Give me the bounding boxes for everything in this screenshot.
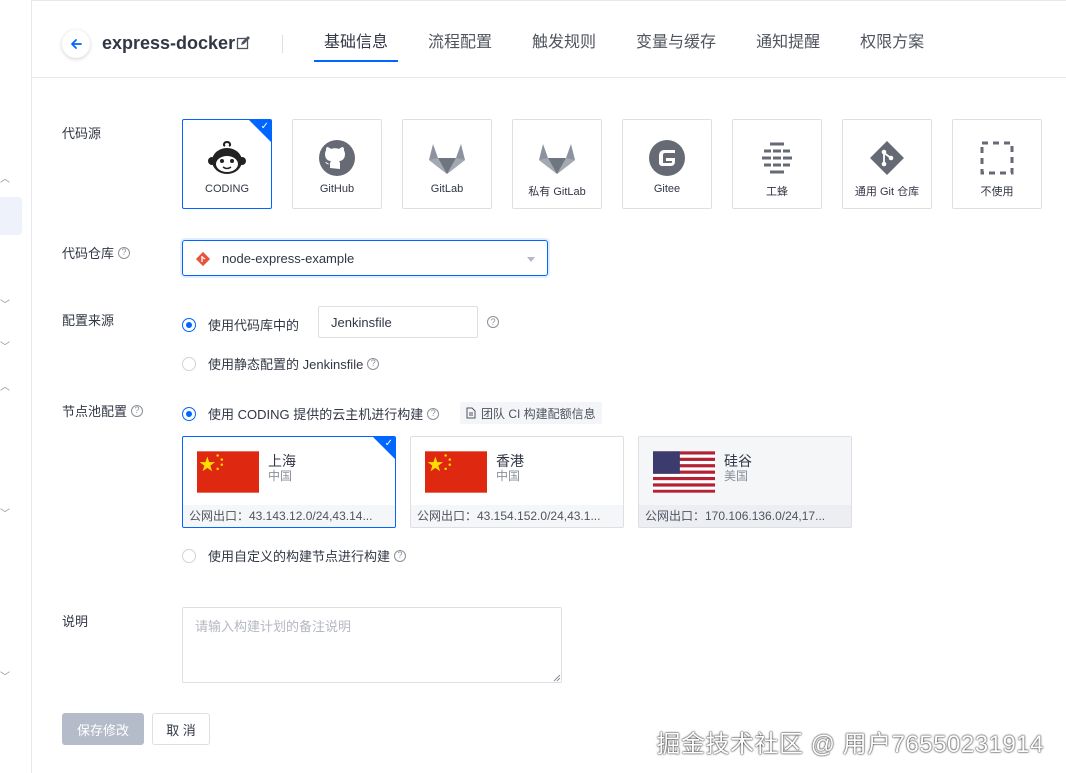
source-card-generic-git[interactable]: 通用 Git 仓库 — [842, 119, 932, 209]
region-ip: 公网出口：43.154.152.0/24,43.1... — [411, 505, 623, 527]
help-icon[interactable]: ? — [487, 316, 499, 328]
source-card-github[interactable]: GitHub — [292, 119, 382, 209]
dashed-square-icon — [980, 141, 1014, 175]
gitlab-icon — [429, 144, 465, 174]
region-ip: 公网出口：43.143.12.0/24,43.14... — [183, 505, 395, 527]
source-name: GitHub — [319, 183, 355, 195]
github-icon — [319, 140, 355, 176]
node-pool-label: 节点池配置? — [62, 401, 144, 420]
jenkinsfile-path-input[interactable]: Jenkinsfile — [318, 306, 478, 338]
region-country: 中国 — [496, 469, 521, 483]
git-icon — [870, 141, 904, 175]
radio-label: 使用 CODING 提供的云主机进行构建 — [208, 407, 424, 422]
source-name: 工蜂 — [766, 186, 788, 198]
repo-select[interactable]: node-express-example — [182, 240, 548, 276]
tab-bar: 基础信息 流程配置 触发规则 变量与缓存 通知提醒 权限方案 — [314, 1, 954, 78]
tab-permissions[interactable]: 权限方案 — [850, 1, 934, 78]
source-name: 通用 Git 仓库 — [854, 186, 920, 198]
region-card-hongkong[interactable]: 香港 中国 公网出口：43.154.152.0/24,43.1... — [410, 436, 624, 528]
radio-cloud-build[interactable]: 使用 CODING 提供的云主机进行构建 ? — [182, 404, 440, 423]
repo-label: 代码仓库? — [62, 243, 131, 262]
usa-flag — [653, 451, 715, 493]
radio-custom-nodes[interactable]: 使用自定义的构建节点进行构建 ? — [182, 546, 407, 565]
watermark: 掘金技术社区 @ 用户76550231914 — [656, 731, 1044, 758]
code-source-label: 代码源 — [62, 126, 102, 141]
cancel-button[interactable]: 取 消 — [152, 713, 210, 745]
tab-basic-info[interactable]: 基础信息 — [314, 1, 399, 78]
check-icon: ✓ — [260, 121, 269, 132]
source-name: CODING — [205, 183, 249, 195]
tab-notifications[interactable]: 通知提醒 — [746, 1, 830, 78]
check-icon: ✓ — [384, 438, 393, 449]
project-title: express-docker — [102, 33, 236, 53]
tab-variables-cache[interactable]: 变量与缓存 — [626, 1, 726, 78]
region-country: 美国 — [724, 469, 749, 483]
source-card-private-gitlab[interactable]: 私有 GitLab — [512, 119, 602, 209]
chevron-up-icon[interactable]: ︿ — [0, 170, 10, 185]
sidebar-selected-item[interactable] — [0, 197, 22, 235]
region-ip: 公网出口：170.106.136.0/24,17... — [639, 505, 851, 527]
source-card-gitee[interactable]: Gitee — [622, 119, 712, 209]
region-card-silicon-valley[interactable]: 硅谷 美国 公网出口：170.106.136.0/24,17... — [638, 436, 852, 528]
source-name: 私有 GitLab — [528, 186, 586, 198]
description-textarea[interactable]: 请输入构建计划的备注说明 — [182, 607, 562, 683]
tab-trigger-rules[interactable]: 触发规则 — [522, 1, 606, 78]
repo-select-value: node-express-example — [222, 251, 355, 266]
region-country: 中国 — [268, 469, 293, 483]
git-repo-icon — [195, 251, 211, 267]
coding-monkey-icon — [208, 141, 246, 174]
left-sidebar-rail: ︿ ﹀ ﹀ ︿ ﹀ ﹀ — [0, 0, 32, 773]
gitlab-icon — [539, 144, 575, 174]
chevron-up-icon[interactable]: ︿ — [0, 378, 10, 393]
gitee-icon — [649, 140, 685, 176]
radio-button[interactable] — [182, 356, 196, 371]
quota-info-link[interactable]: 团队 CI 构建配额信息 — [460, 402, 602, 424]
radio-button[interactable] — [182, 406, 196, 421]
source-card-coding[interactable]: ✓ CODING — [182, 119, 272, 209]
source-card-gongfeng[interactable]: 工蜂 — [732, 119, 822, 209]
help-icon[interactable]: ? — [394, 549, 407, 562]
help-icon[interactable]: ? — [118, 246, 131, 259]
header-divider — [282, 35, 283, 53]
gongfeng-icon — [762, 142, 792, 174]
region-card-shanghai[interactable]: 上海 中国 公网出口：43.143.12.0/24,43.14... ✓ — [182, 436, 396, 528]
source-name: Gitee — [653, 183, 681, 195]
config-source-label: 配置来源 — [62, 313, 115, 328]
chevron-down-icon[interactable]: ﹀ — [0, 505, 10, 520]
radio-button[interactable] — [182, 317, 196, 332]
help-icon[interactable]: ? — [367, 357, 380, 370]
china-flag — [425, 451, 487, 493]
quota-link-text: 团队 CI 构建配额信息 — [481, 406, 596, 421]
help-icon[interactable]: ? — [427, 407, 440, 420]
chevron-down-icon[interactable]: ﹀ — [0, 338, 10, 353]
save-button[interactable]: 保存修改 — [62, 713, 144, 745]
china-flag — [197, 451, 259, 493]
source-name: GitLab — [430, 183, 464, 195]
help-icon[interactable]: ? — [131, 404, 144, 417]
source-card-gitlab[interactable]: GitLab — [402, 119, 492, 209]
arrow-left-icon — [71, 39, 82, 49]
resize-handle-icon[interactable] — [552, 673, 561, 682]
page-header: express-docker 基础信息 流程配置 触发规则 变量与缓存 通知提醒… — [32, 0, 1066, 78]
radio-label: 使用静态配置的 Jenkinsfile — [208, 357, 364, 372]
chevron-down-icon — [527, 257, 535, 262]
chevron-down-icon[interactable]: ﹀ — [0, 296, 10, 311]
tab-flow-config[interactable]: 流程配置 — [418, 1, 502, 78]
radio-config-from-repo[interactable]: 使用代码库中的 — [182, 315, 299, 334]
radio-label: 使用自定义的构建节点进行构建 — [208, 549, 391, 564]
radio-label: 使用代码库中的 — [208, 318, 300, 333]
source-name: 不使用 — [980, 186, 1014, 198]
description-label: 说明 — [62, 614, 89, 629]
chevron-down-icon[interactable]: ﹀ — [0, 668, 10, 683]
radio-button[interactable] — [182, 548, 196, 563]
radio-config-static[interactable]: 使用静态配置的 Jenkinsfile ? — [182, 354, 380, 373]
edit-icon[interactable] — [236, 36, 250, 50]
document-icon — [466, 407, 476, 419]
back-button[interactable] — [62, 30, 90, 58]
source-card-none[interactable]: 不使用 — [952, 119, 1042, 209]
